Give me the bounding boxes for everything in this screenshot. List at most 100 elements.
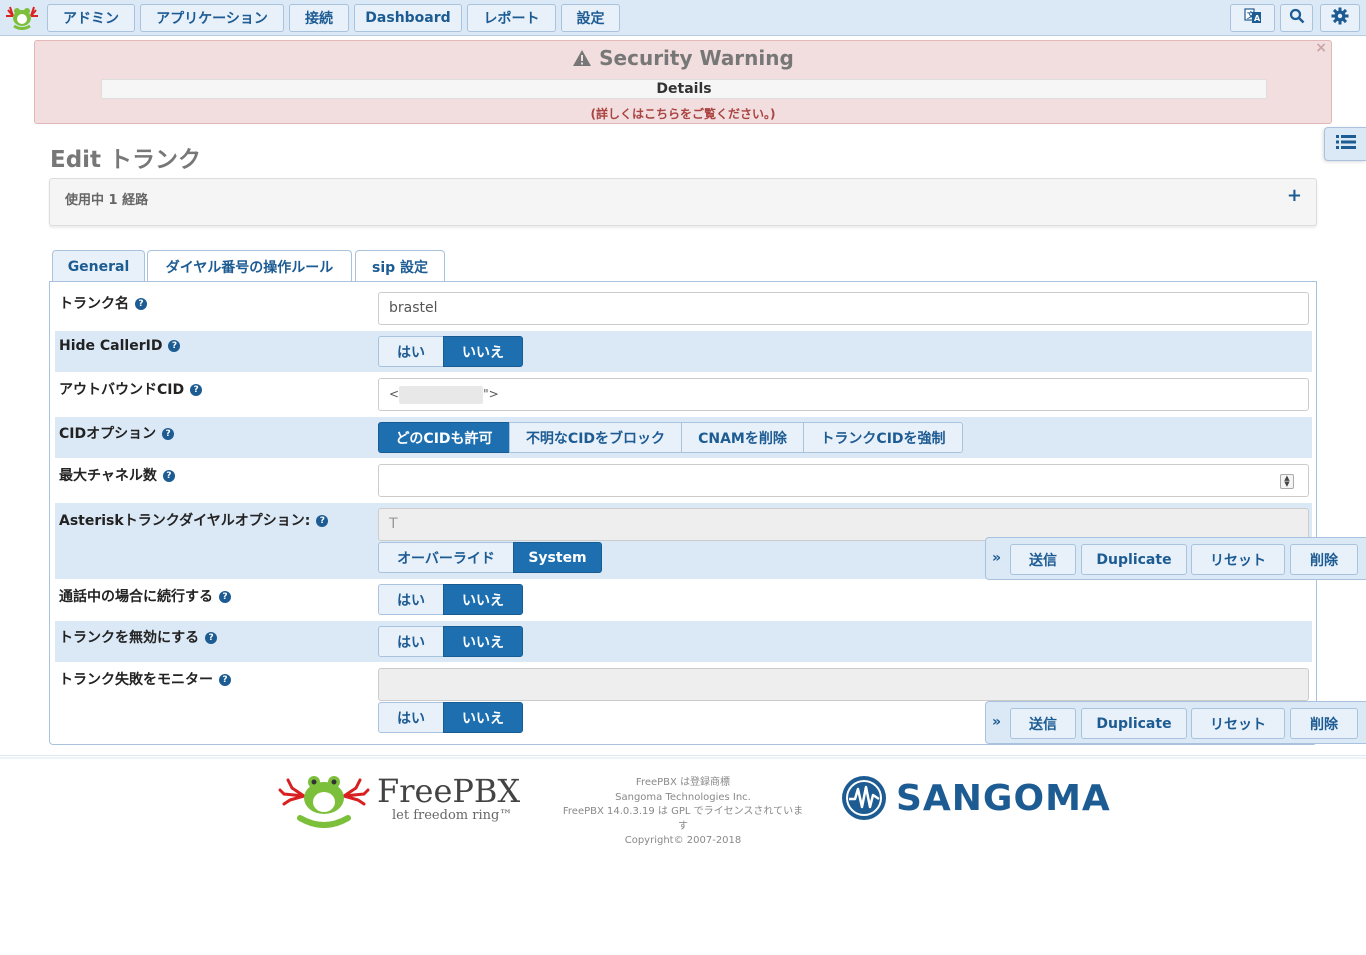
delete-button[interactable]: 削除 (1290, 544, 1358, 575)
collapse-chevron-icon[interactable]: » (992, 550, 1001, 566)
freepbx-frog-logo-icon[interactable] (278, 774, 370, 828)
nav-reports-label: レポート (483, 11, 540, 27)
hide-callerid-yes[interactable]: はい (378, 336, 444, 367)
nav-admin-label: アドミン (63, 11, 119, 27)
trunk-name-label: トランク名? (59, 293, 147, 313)
disable-trunk-yes[interactable]: はい (378, 626, 444, 657)
language-button[interactable]: 文A (1230, 4, 1275, 32)
max-channels-input[interactable]: ▲ ▼ (378, 464, 1309, 497)
cid-option-allow-any[interactable]: どのCIDも許可 (378, 422, 510, 453)
search-icon (1289, 8, 1305, 28)
routes-in-use-panel[interactable]: 使用中 1 経路 + (49, 178, 1317, 226)
continue-if-busy-label-text: 通話中の場合に続行する (59, 589, 213, 605)
close-icon[interactable]: × (1315, 40, 1327, 56)
tab-sip-settings[interactable]: sip 設定 (355, 250, 445, 282)
nav-admin[interactable]: アドミン (47, 4, 135, 32)
nav-dashboard-label: Dashboard (365, 10, 451, 26)
nav-dashboard[interactable]: Dashboard (354, 4, 462, 32)
search-button[interactable] (1280, 4, 1313, 32)
duplicate-button[interactable]: Duplicate (1081, 708, 1187, 739)
cid-option-block-unknown[interactable]: 不明なCIDをブロック (509, 422, 682, 453)
tab-sip-settings-label: sip 設定 (371, 259, 429, 276)
legal-line: FreePBX は登録商標 (635, 777, 731, 788)
help-icon[interactable]: ? (162, 428, 175, 440)
dial-options-system[interactable]: System (513, 542, 602, 573)
outbound-cid-label-text: アウトバウンドCID (59, 382, 185, 398)
cid-options-label-text: CIDオプション (59, 426, 157, 442)
reset-button[interactable]: リセット (1191, 708, 1285, 739)
outbound-cid-input[interactable]: < "> (378, 378, 1309, 411)
continue-if-busy-toggle: はい いいえ (378, 584, 523, 615)
nav-settings-label: 設定 (576, 11, 605, 27)
help-icon[interactable]: ? (205, 632, 218, 644)
continue-if-busy-no[interactable]: いいえ (443, 584, 523, 615)
dial-options-label: Asteriskトランクダイヤルオプション:? (59, 510, 329, 530)
details-label: Details (656, 81, 712, 97)
nav-applications-label: アプリケーション (156, 11, 268, 27)
disable-trunk-no[interactable]: いいえ (443, 626, 523, 657)
duplicate-button[interactable]: Duplicate (1081, 544, 1187, 575)
list-icon (1335, 134, 1356, 154)
cid-options-label: CIDオプション? (59, 423, 175, 443)
settings-button[interactable] (1320, 4, 1360, 32)
details-toggle[interactable]: Details (101, 79, 1267, 99)
max-channels-label-text: 最大チャネル数 (59, 468, 157, 484)
legal-line: Copyright© 2007-2018 (624, 835, 742, 846)
outbound-cid-suffix: "> (483, 387, 499, 401)
help-icon[interactable]: ? (219, 674, 231, 686)
delete-button[interactable]: 削除 (1290, 708, 1358, 739)
dial-options-override[interactable]: オーバーライド (378, 542, 514, 573)
tab-dial-rules-label: ダイヤル番号の操作ルール (165, 259, 334, 276)
hide-callerid-toggle: はい いいえ (378, 336, 523, 367)
cid-option-remove-cnam[interactable]: CNAMを削除 (681, 422, 804, 453)
hide-callerid-label: Hide CallerID? (59, 338, 181, 354)
tab-general-label: General (67, 258, 130, 275)
hide-callerid-no[interactable]: いいえ (443, 336, 523, 367)
sangoma-wordmark: SANGOMA (896, 778, 1111, 819)
monitor-failures-no[interactable]: いいえ (443, 702, 523, 733)
monitor-failures-yes[interactable]: はい (378, 702, 444, 733)
help-icon[interactable]: ? (135, 298, 147, 310)
warning-more-info-text: (詳しくはこちらをご覧ください。) (590, 107, 776, 121)
tab-general[interactable]: General (52, 250, 145, 282)
help-icon[interactable]: ? (219, 591, 231, 603)
reset-button[interactable]: リセット (1191, 544, 1285, 575)
submit-button[interactable]: 送信 (1010, 708, 1076, 739)
number-spinner-icon[interactable]: ▲ ▼ (1280, 474, 1294, 489)
submit-button[interactable]: 送信 (1010, 544, 1076, 575)
dial-options-toggle: オーバーライド System (378, 542, 602, 573)
help-icon[interactable]: ? (162, 470, 175, 482)
redacted-value (399, 385, 484, 404)
freepbx-logo-icon[interactable] (4, 4, 40, 30)
form-row-cid-options: CIDオプション? どのCIDも許可 不明なCIDをブロック CNAMを削除 ト… (55, 417, 1312, 458)
help-icon[interactable]: ? (316, 515, 329, 527)
legal-line: FreePBX 14.0.3.19 は GPL でライセンスされています (562, 806, 804, 832)
hide-callerid-label-text: Hide CallerID (59, 338, 163, 354)
nav-connectivity[interactable]: 接続 (289, 4, 349, 32)
monitor-failures-toggle: はい いいえ (378, 702, 523, 733)
form-row-trunk-name: トランク名? brastel (55, 286, 1312, 330)
nav-settings[interactable]: 設定 (561, 4, 620, 32)
tab-dial-rules[interactable]: ダイヤル番号の操作ルール (147, 250, 352, 282)
help-icon[interactable]: ? (190, 384, 203, 396)
collapse-chevron-icon[interactable]: » (992, 714, 1001, 730)
nav-applications[interactable]: アプリケーション (140, 4, 284, 32)
sidebar-toggle-button[interactable] (1324, 127, 1366, 161)
nav-reports[interactable]: レポート (467, 4, 556, 32)
form-row-outbound-cid: アウトバウンドCID? < "> (55, 373, 1312, 417)
footer-legal-text: FreePBX は登録商標 Sangoma Technologies Inc. … (558, 776, 808, 849)
monitor-failures-label: トランク失敗をモニター? (59, 669, 231, 689)
security-warning-title-text: Security Warning (599, 46, 794, 70)
page-title: Edit トランク (50, 147, 202, 173)
plus-icon[interactable]: + (1287, 185, 1302, 206)
continue-if-busy-yes[interactable]: はい (378, 584, 444, 615)
trunk-name-input[interactable]: brastel (378, 292, 1309, 325)
cid-option-force-trunk[interactable]: トランクCIDを強制 (803, 422, 963, 453)
floating-action-bar-bottom: » 送信 Duplicate リセット 削除 (985, 701, 1366, 744)
form-row-max-channels: 最大チャネル数? ▲ ▼ (55, 459, 1312, 503)
footer-divider (0, 755, 1366, 759)
sangoma-logo-icon[interactable] (841, 775, 887, 821)
continue-if-busy-label: 通話中の場合に続行する? (59, 586, 231, 606)
help-icon[interactable]: ? (168, 340, 181, 352)
warning-more-info-link[interactable]: (詳しくはこちらをご覧ください。) (35, 105, 1331, 122)
